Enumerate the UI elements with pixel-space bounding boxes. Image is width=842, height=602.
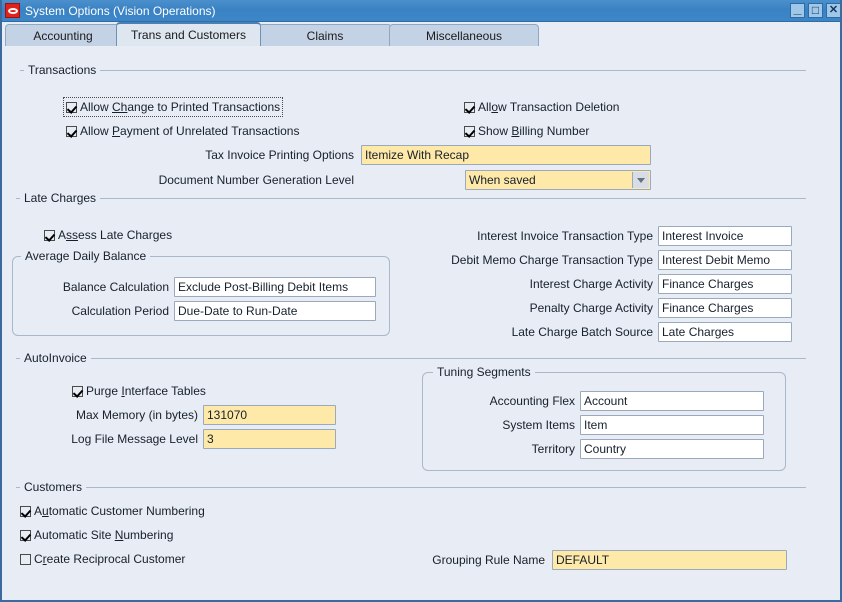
tab-label: Trans and Customers — [131, 28, 246, 42]
checkbox-purge-interface-tables[interactable]: Purge Interface Tables — [72, 384, 206, 398]
close-icon: ✕ — [827, 4, 840, 17]
document-number-generation-level-label: Document Number Generation Level — [102, 173, 354, 187]
checkbox-label: Show Billing Number — [478, 124, 589, 138]
checkbox-create-reciprocal-customer[interactable]: Create Reciprocal Customer — [20, 552, 185, 566]
penalty-charge-activity-field[interactable]: Finance Charges — [658, 298, 792, 318]
customers-group-title: Customers — [20, 480, 86, 494]
checkbox-automatic-site-numbering[interactable]: Automatic Site Numbering — [20, 528, 173, 542]
late-charge-batch-source-field[interactable]: Late Charges — [658, 322, 792, 342]
tuning-segments-group-title: Tuning Segments — [433, 365, 535, 379]
penalty-charge-activity-label: Penalty Charge Activity — [430, 301, 653, 315]
checkbox-label: Create Reciprocal Customer — [34, 552, 185, 566]
log-file-message-level-label: Log File Message Level — [32, 432, 198, 446]
checkbox-box — [20, 506, 31, 517]
interest-charge-activity-field[interactable]: Finance Charges — [658, 274, 792, 294]
checkbox-box — [20, 530, 31, 541]
max-memory-field[interactable]: 131070 — [203, 405, 336, 425]
checkbox-box — [66, 102, 77, 113]
system-items-field[interactable]: Item — [580, 415, 764, 435]
balance-calculation-field[interactable]: Exclude Post-Billing Debit Items — [174, 277, 376, 297]
checkbox-label: Allow Payment of Unrelated Transactions — [80, 124, 299, 138]
interest-invoice-transaction-type-field[interactable]: Interest Invoice — [658, 226, 792, 246]
transactions-group-title: Transactions — [24, 63, 100, 77]
checkbox-box — [44, 230, 55, 241]
checkbox-box — [464, 126, 475, 137]
late-charges-group-title: Late Charges — [20, 191, 100, 205]
dropdown-button[interactable] — [632, 172, 649, 188]
minimize-icon: _ — [791, 4, 804, 13]
tab-label: Accounting — [33, 29, 92, 43]
late-charge-batch-source-label: Late Charge Batch Source — [430, 325, 653, 339]
tab-label: Claims — [307, 29, 344, 43]
minimize-button[interactable]: _ — [790, 3, 805, 18]
calculation-period-field[interactable]: Due-Date to Run-Date — [174, 301, 376, 321]
customers-group-line — [16, 487, 806, 488]
interest-charge-activity-label: Interest Charge Activity — [430, 277, 653, 291]
autoinvoice-group-line — [16, 358, 806, 359]
checkbox-box — [464, 102, 475, 113]
average-daily-balance-group-title: Average Daily Balance — [21, 249, 150, 263]
tax-invoice-printing-options-field[interactable]: Itemize With Recap — [361, 145, 651, 165]
document-number-generation-level-value: When saved — [469, 173, 536, 187]
checkbox-label: Assess Late Charges — [58, 228, 172, 242]
accounting-flex-field[interactable]: Account — [580, 391, 764, 411]
territory-field[interactable]: Country — [580, 439, 764, 459]
oracle-ring — [8, 8, 18, 14]
autoinvoice-group-title: AutoInvoice — [20, 351, 91, 365]
tab-trans-and-customers[interactable]: Trans and Customers — [116, 22, 261, 46]
checkbox-label: Purge Interface Tables — [86, 384, 206, 398]
close-button[interactable]: ✕ — [826, 3, 841, 18]
grouping-rule-name-field[interactable]: DEFAULT — [552, 550, 787, 570]
checkbox-box — [66, 126, 77, 137]
calculation-period-label: Calculation Period — [32, 304, 169, 318]
window-title: System Options (Vision Operations) — [25, 4, 216, 18]
debit-memo-charge-transaction-type-field[interactable]: Interest Debit Memo — [658, 250, 792, 270]
oracle-logo-icon — [5, 3, 20, 18]
checkbox-box — [72, 386, 83, 397]
chevron-down-icon — [637, 178, 645, 183]
tab-accounting[interactable]: Accounting — [5, 24, 121, 46]
checkbox-automatic-customer-numbering[interactable]: Automatic Customer Numbering — [20, 504, 205, 518]
checkbox-show-billing-number[interactable]: Show Billing Number — [464, 124, 589, 138]
checkbox-label: Automatic Site Numbering — [34, 528, 173, 542]
interest-invoice-transaction-type-label: Interest Invoice Transaction Type — [400, 229, 653, 243]
form-canvas: Transactions Allow Change to Printed Tra… — [2, 46, 840, 598]
log-file-message-level-field[interactable]: 3 — [203, 429, 336, 449]
document-number-generation-level-field[interactable]: When saved — [465, 170, 651, 190]
max-memory-label: Max Memory (in bytes) — [32, 408, 198, 422]
checkbox-allow-change-to-printed-transactions[interactable]: Allow Change to Printed Transactions — [66, 100, 280, 114]
tab-claims[interactable]: Claims — [258, 24, 392, 46]
grouping-rule-name-label: Grouping Rule Name — [342, 553, 545, 567]
maximize-icon: □ — [809, 4, 822, 17]
checkbox-allow-payment-of-unrelated-transactions[interactable]: Allow Payment of Unrelated Transactions — [66, 124, 299, 138]
tax-invoice-printing-options-label: Tax Invoice Printing Options — [152, 148, 354, 162]
checkbox-label: Allow Transaction Deletion — [478, 100, 619, 114]
window-controls: _ □ ✕ — [790, 3, 841, 18]
checkbox-assess-late-charges[interactable]: Assess Late Charges — [44, 228, 172, 242]
tab-label: Miscellaneous — [426, 29, 502, 43]
balance-calculation-label: Balance Calculation — [32, 280, 169, 294]
checkbox-label: Allow Change to Printed Transactions — [80, 100, 280, 114]
system-options-window: System Options (Vision Operations) _ □ ✕… — [0, 0, 842, 602]
title-bar: System Options (Vision Operations) _ □ ✕ — [2, 0, 842, 22]
transactions-group-line — [20, 70, 806, 71]
territory-label: Territory — [442, 442, 575, 456]
accounting-flex-label: Accounting Flex — [442, 394, 575, 408]
late-charges-group-line — [16, 198, 806, 199]
tab-miscellaneous[interactable]: Miscellaneous — [389, 24, 539, 46]
checkbox-allow-transaction-deletion[interactable]: Allow Transaction Deletion — [464, 100, 619, 114]
system-items-label: System Items — [442, 418, 575, 432]
debit-memo-charge-transaction-type-label: Debit Memo Charge Transaction Type — [380, 253, 653, 267]
checkbox-box — [20, 554, 31, 565]
maximize-button[interactable]: □ — [808, 3, 823, 18]
tab-strip: Accounting Trans and Customers Claims Mi… — [2, 22, 840, 46]
checkbox-label: Automatic Customer Numbering — [34, 504, 205, 518]
